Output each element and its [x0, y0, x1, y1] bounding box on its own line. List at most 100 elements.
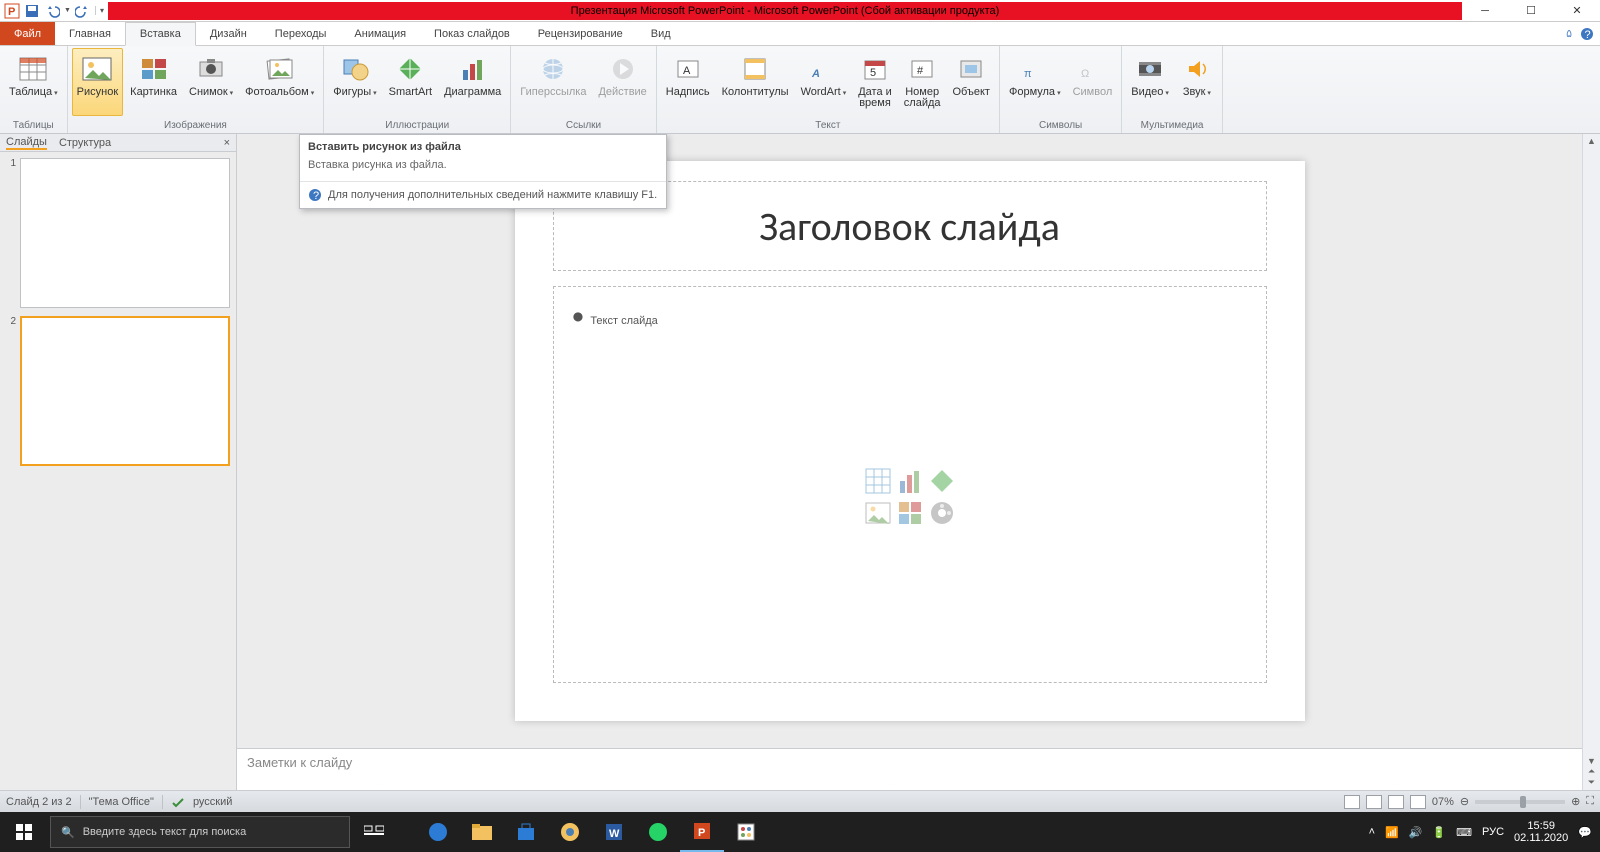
group-illustrations: Фигуры▾ SmartArt Диаграмма Иллюстрации: [324, 46, 511, 133]
pane-tab-outline[interactable]: Структура: [59, 137, 111, 149]
tab-animation[interactable]: Анимация: [340, 22, 420, 45]
zoom-out-button[interactable]: ⊖: [1460, 795, 1469, 808]
slide-panel: Слайды Структура × 1 2: [0, 134, 237, 790]
scroll-down-icon[interactable]: ▼: [1587, 756, 1596, 766]
thumb-1[interactable]: 1: [6, 158, 230, 308]
spellcheck-icon[interactable]: [171, 795, 185, 809]
close-button[interactable]: ✕: [1554, 0, 1600, 22]
undo-icon[interactable]: [44, 3, 60, 19]
datetime-button[interactable]: 5 Дата и время: [853, 48, 897, 116]
tooltip-insert-picture: Вставить рисунок из файла Вставка рисунк…: [299, 134, 667, 209]
insert-clipart-icon[interactable]: [896, 499, 924, 527]
textbox-button[interactable]: A Надпись: [661, 48, 715, 116]
qat-customize[interactable]: ▾: [95, 6, 104, 15]
scroll-up-icon[interactable]: ▲: [1587, 136, 1596, 146]
explorer-icon[interactable]: [460, 812, 504, 852]
slide[interactable]: Заголовок слайда • Текст слайда: [515, 161, 1305, 721]
table-button[interactable]: Таблица▾: [4, 48, 63, 116]
smartart-icon: [394, 53, 426, 85]
insert-picture-icon[interactable]: [864, 499, 892, 527]
insert-media-icon[interactable]: [928, 499, 956, 527]
insert-smartart-icon[interactable]: [928, 467, 956, 495]
tray-battery-icon[interactable]: 🔋: [1432, 826, 1446, 839]
fit-button[interactable]: ⛶: [1586, 795, 1594, 808]
symbol-button: Ω Символ: [1068, 48, 1118, 116]
tab-design[interactable]: Дизайн: [196, 22, 261, 45]
video-icon: [1134, 53, 1166, 85]
zoom-in-button[interactable]: ⊕: [1571, 795, 1580, 808]
pane-tabs: Слайды Структура ×: [0, 134, 236, 152]
tray-notifications-icon[interactable]: 💬: [1578, 826, 1592, 839]
task-view-icon[interactable]: [352, 812, 396, 852]
pane-close-icon[interactable]: ×: [224, 137, 230, 149]
headerfooter-icon: [739, 53, 771, 85]
tray-language[interactable]: РУС: [1482, 826, 1504, 838]
undo-dropdown[interactable]: ▼: [64, 7, 71, 14]
save-icon[interactable]: [24, 3, 40, 19]
group-label-media: Мультимедиа: [1126, 119, 1218, 133]
clipart-button[interactable]: Картинка: [125, 48, 182, 116]
chart-button[interactable]: Диаграмма: [439, 48, 506, 116]
group-label-tables: Таблицы: [4, 119, 63, 133]
tray-clock[interactable]: 15:59 02.11.2020: [1514, 820, 1568, 844]
view-slideshow-button[interactable]: [1410, 795, 1426, 809]
whatsapp-icon[interactable]: [636, 812, 680, 852]
picture-button[interactable]: Рисунок: [72, 48, 124, 116]
object-button[interactable]: Объект: [948, 48, 995, 116]
object-icon: [955, 53, 987, 85]
minimize-button[interactable]: ─: [1462, 0, 1508, 22]
notes-pane[interactable]: Заметки к слайду: [237, 748, 1582, 790]
view-sorter-button[interactable]: [1366, 795, 1382, 809]
pane-tab-slides[interactable]: Слайды: [6, 136, 47, 150]
shapes-button[interactable]: Фигуры▾: [328, 48, 381, 116]
thumb-2[interactable]: 2: [6, 316, 230, 466]
start-button[interactable]: [0, 812, 48, 852]
slidenumber-icon: #: [906, 53, 938, 85]
tray-volume-icon[interactable]: 🔊: [1409, 826, 1423, 839]
screenshot-button[interactable]: Снимок▾: [184, 48, 238, 116]
picture-icon: [81, 53, 113, 85]
tray-input-icon[interactable]: ⌨: [1456, 826, 1472, 839]
insert-chart-icon[interactable]: [896, 467, 924, 495]
word-icon[interactable]: W: [592, 812, 636, 852]
tray-chevron-icon[interactable]: ˄: [1369, 826, 1375, 838]
tab-review[interactable]: Рецензирование: [524, 22, 637, 45]
ribbon-collapse-icon[interactable]: ۵: [1566, 27, 1572, 40]
view-normal-button[interactable]: [1344, 795, 1360, 809]
tab-file[interactable]: Файл: [0, 22, 55, 45]
audio-button[interactable]: Звук▾: [1176, 48, 1218, 116]
view-reading-button[interactable]: [1388, 795, 1404, 809]
slidenumber-button[interactable]: # Номер слайда: [899, 48, 946, 116]
chrome-icon[interactable]: [548, 812, 592, 852]
headerfooter-button[interactable]: Колонтитулы: [717, 48, 794, 116]
wordart-button[interactable]: A WordArt▾: [796, 48, 852, 116]
group-label-symbols: Символы: [1004, 119, 1117, 133]
photoalbum-button[interactable]: Фотоальбом▾: [240, 48, 319, 116]
edge-icon[interactable]: [416, 812, 460, 852]
vertical-scrollbar[interactable]: ▲ ▼ ⏶ ⏷: [1582, 134, 1600, 790]
tray-network-icon[interactable]: 📶: [1385, 826, 1399, 839]
video-button[interactable]: Видео▾: [1126, 48, 1174, 116]
tab-insert[interactable]: Вставка: [125, 22, 196, 46]
status-language[interactable]: русский: [193, 796, 232, 808]
tab-slideshow[interactable]: Показ слайдов: [420, 22, 524, 45]
content-placeholder[interactable]: • Текст слайда: [553, 286, 1267, 683]
paint-icon[interactable]: [724, 812, 768, 852]
formula-button[interactable]: π Формула▾: [1004, 48, 1066, 116]
store-icon[interactable]: [504, 812, 548, 852]
redo-icon[interactable]: [75, 3, 91, 19]
zoom-level: 07%: [1432, 796, 1454, 808]
canvas[interactable]: Вставить рисунок из файла Вставка рисунк…: [237, 134, 1582, 748]
insert-table-icon[interactable]: [864, 467, 892, 495]
tab-home[interactable]: Главная: [55, 22, 125, 45]
maximize-button[interactable]: ☐: [1508, 0, 1554, 22]
help-icon[interactable]: ?: [1580, 27, 1594, 41]
next-slide-icon[interactable]: ⏷: [1588, 777, 1595, 788]
taskbar-search[interactable]: 🔍 Введите здесь текст для поиска: [50, 816, 350, 848]
tab-transitions[interactable]: Переходы: [261, 22, 341, 45]
tab-view[interactable]: Вид: [637, 22, 685, 45]
smartart-button[interactable]: SmartArt: [384, 48, 437, 116]
zoom-slider[interactable]: [1475, 800, 1565, 804]
prev-slide-icon[interactable]: ⏶: [1588, 766, 1595, 777]
powerpoint-icon[interactable]: P: [680, 812, 724, 852]
